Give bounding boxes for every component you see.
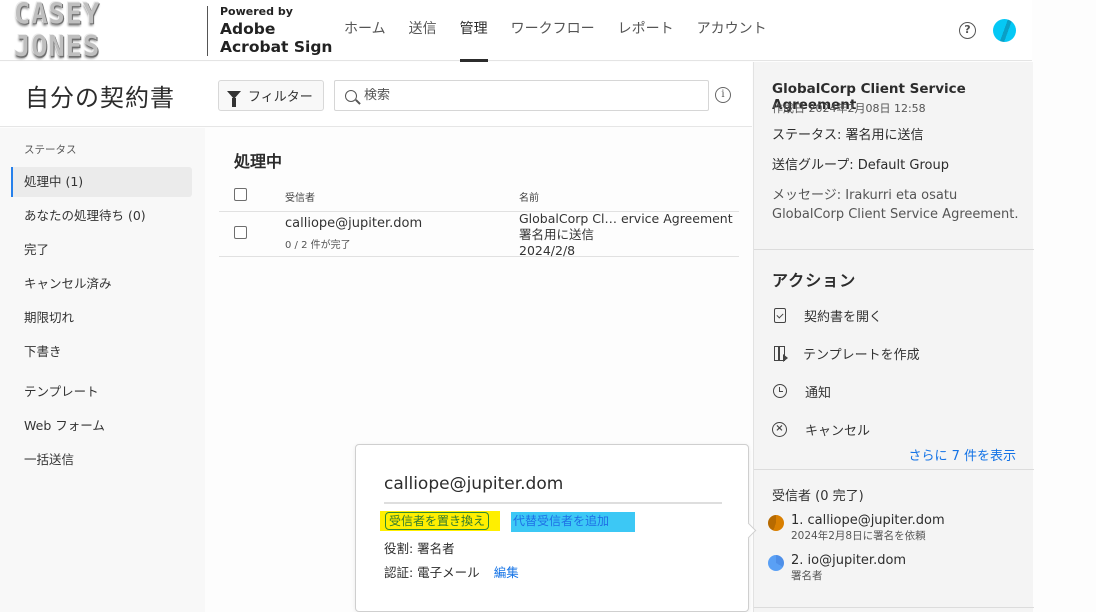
send-group-line: 送信グループ: Default Group — [772, 158, 949, 173]
product-name-line2: Acrobat Sign — [220, 38, 333, 56]
search-icon — [345, 89, 357, 102]
info-icon[interactable]: i — [715, 87, 731, 103]
agreement-table: 受信者 名前 calliope@jupiter.dom 0 / 2 件が完了 G… — [219, 185, 739, 259]
edit-auth-link[interactable]: 編集 — [494, 565, 519, 580]
brand-divider — [207, 6, 208, 56]
replace-recipient-button[interactable]: 受信者を置き換え — [385, 512, 490, 530]
nav-reports[interactable]: レポート — [618, 0, 674, 61]
page-header: 自分の契約書 フィルター i — [0, 62, 752, 127]
action-open-agreement[interactable]: 契約書を開く — [772, 305, 882, 325]
details-panel: GlobalCorp Client Service Agreement 作成日 … — [753, 62, 1034, 612]
sidebar-item-drafts[interactable]: 下書き — [11, 337, 192, 367]
sidebar-item-expired[interactable]: 期限切れ — [11, 303, 192, 333]
nav-workflow[interactable]: ワークフロー — [511, 0, 595, 61]
divider — [754, 607, 1034, 608]
status-line: ステータス: 署名用に送信 — [772, 128, 924, 143]
divider — [754, 249, 1034, 250]
sidebar-item-templates[interactable]: テンプレート — [11, 377, 192, 407]
action-cancel[interactable]: × キャンセル — [772, 419, 870, 439]
sidebar-item-web-forms[interactable]: Web フォーム — [11, 411, 192, 441]
message-line: メッセージ: Irakurri eta osatu GlobalCorp Cli… — [772, 188, 1019, 222]
show-more-actions-link[interactable]: さらに 7 件を表示 — [908, 445, 1016, 464]
column-header-recipient[interactable]: 受信者 — [285, 189, 315, 204]
acrobat-sign-app: CASEY JONES Powered by Adobe Acrobat Sig… — [0, 0, 1096, 612]
table-header-row: 受信者 名前 — [219, 185, 739, 212]
recipient-popover: calliope@jupiter.dom 受信者を置き換え 代替受信者を追加 役… — [355, 444, 749, 612]
nav-manage[interactable]: 管理 — [459, 0, 488, 62]
action-label: キャンセル — [805, 423, 871, 439]
popover-divider — [384, 502, 722, 504]
row-date: 2024/2/8 — [519, 243, 576, 258]
sidebar: ステータス 処理中 (1) あなたの処理待ち (0) 完了 キャンセル済み 期限… — [0, 128, 205, 612]
recipient-email: 2. io@jupiter.dom — [791, 553, 907, 568]
recipient-detail: 2024年2月8日に署名を依頼 — [791, 530, 926, 542]
sidebar-list: 処理中 (1) あなたの処理待ち (0) 完了 キャンセル済み 期限切れ 下書き… — [11, 167, 192, 479]
nav-account[interactable]: アカウント — [697, 0, 767, 61]
powered-by-logo: Powered by Adobe Acrobat Sign — [220, 6, 332, 56]
filter-label: フィルター — [248, 90, 313, 105]
search-input[interactable] — [364, 88, 684, 103]
popover-recipient-email: calliope@jupiter.dom — [384, 474, 564, 494]
sidebar-item-in-progress[interactable]: 処理中 (1) — [11, 167, 192, 197]
action-label: テンプレートを作成 — [803, 347, 920, 363]
recipient-detail: 署名者 — [791, 570, 823, 582]
divider — [754, 469, 1034, 470]
section-title: 処理中 — [234, 152, 283, 171]
sidebar-item-waiting-for-you[interactable]: あなたの処理待ち (0) — [11, 201, 192, 231]
actions-title: アクション — [772, 271, 857, 290]
auth-line: 認証: 電子メール — [384, 565, 480, 580]
recipient-email: 1. calliope@jupiter.dom — [791, 513, 945, 528]
add-alternate-recipient-link[interactable]: 代替受信者を追加 — [513, 512, 609, 530]
row-progress: 0 / 2 件が完了 — [285, 240, 351, 251]
filter-funnel-icon — [227, 90, 241, 107]
sidebar-item-completed[interactable]: 完了 — [11, 235, 192, 265]
search-field[interactable] — [334, 80, 709, 111]
status-section-label: ステータス — [24, 144, 77, 156]
brand-logo[interactable]: CASEY JONES — [14, 0, 192, 64]
row-checkbox[interactable] — [234, 226, 247, 239]
select-all-checkbox[interactable] — [234, 188, 247, 201]
powered-by-label: Powered by — [220, 5, 293, 18]
row-recipient-email: calliope@jupiter.dom — [285, 216, 423, 231]
recipient-item[interactable]: 2. io@jupiter.dom 署名者 — [768, 553, 906, 583]
table-row[interactable]: calliope@jupiter.dom 0 / 2 件が完了 GlobalCo… — [219, 211, 739, 259]
recipients-title: 受信者 (0 完了) — [772, 489, 864, 504]
action-label: 契約書を開く — [804, 309, 883, 325]
action-create-template[interactable]: テンプレートを作成 — [772, 343, 920, 363]
recipient-item[interactable]: 1. calliope@jupiter.dom 2024年2月8日に署名を依頼 — [768, 513, 945, 543]
help-icon[interactable]: ? — [959, 22, 976, 39]
sidebar-item-canceled[interactable]: キャンセル済み — [11, 269, 192, 299]
user-avatar-icon[interactable] — [993, 19, 1016, 42]
created-date: 作成日 2024年2月08日 12:58 — [772, 102, 926, 115]
alarm-clock-icon — [773, 384, 787, 398]
row-agreement-name: GlobalCorp Cl… ervice Agreement — [519, 211, 733, 226]
filter-button[interactable]: フィルター — [218, 80, 324, 111]
role-line: 役割: 署名者 — [384, 541, 455, 556]
recipient-status-icon — [768, 515, 784, 531]
main-nav: ホーム 送信 管理 ワークフロー レポート アカウント — [344, 0, 790, 62]
row-name-cell: GlobalCorp Cl… ervice Agreement 署名用に送信 2… — [519, 211, 733, 259]
nav-send[interactable]: 送信 — [409, 0, 437, 61]
row-status: 署名用に送信 — [519, 227, 595, 242]
sidebar-item-bulk-send[interactable]: 一括送信 — [11, 445, 192, 475]
page-title: 自分の契約書 — [25, 84, 175, 112]
column-header-name[interactable]: 名前 — [519, 189, 539, 204]
document-check-icon — [774, 307, 786, 323]
template-icon — [774, 345, 788, 362]
product-name-line1: Adobe — [220, 20, 276, 38]
auth-row: 認証: 電子メール 編集 — [384, 562, 519, 581]
top-bar: CASEY JONES Powered by Adobe Acrobat Sig… — [0, 0, 1032, 64]
action-remind[interactable]: 通知 — [772, 381, 831, 401]
nav-home[interactable]: ホーム — [344, 0, 386, 61]
recipient-status-icon — [768, 555, 784, 571]
cancel-circle-icon: × — [772, 421, 787, 437]
action-label: 通知 — [805, 385, 832, 401]
